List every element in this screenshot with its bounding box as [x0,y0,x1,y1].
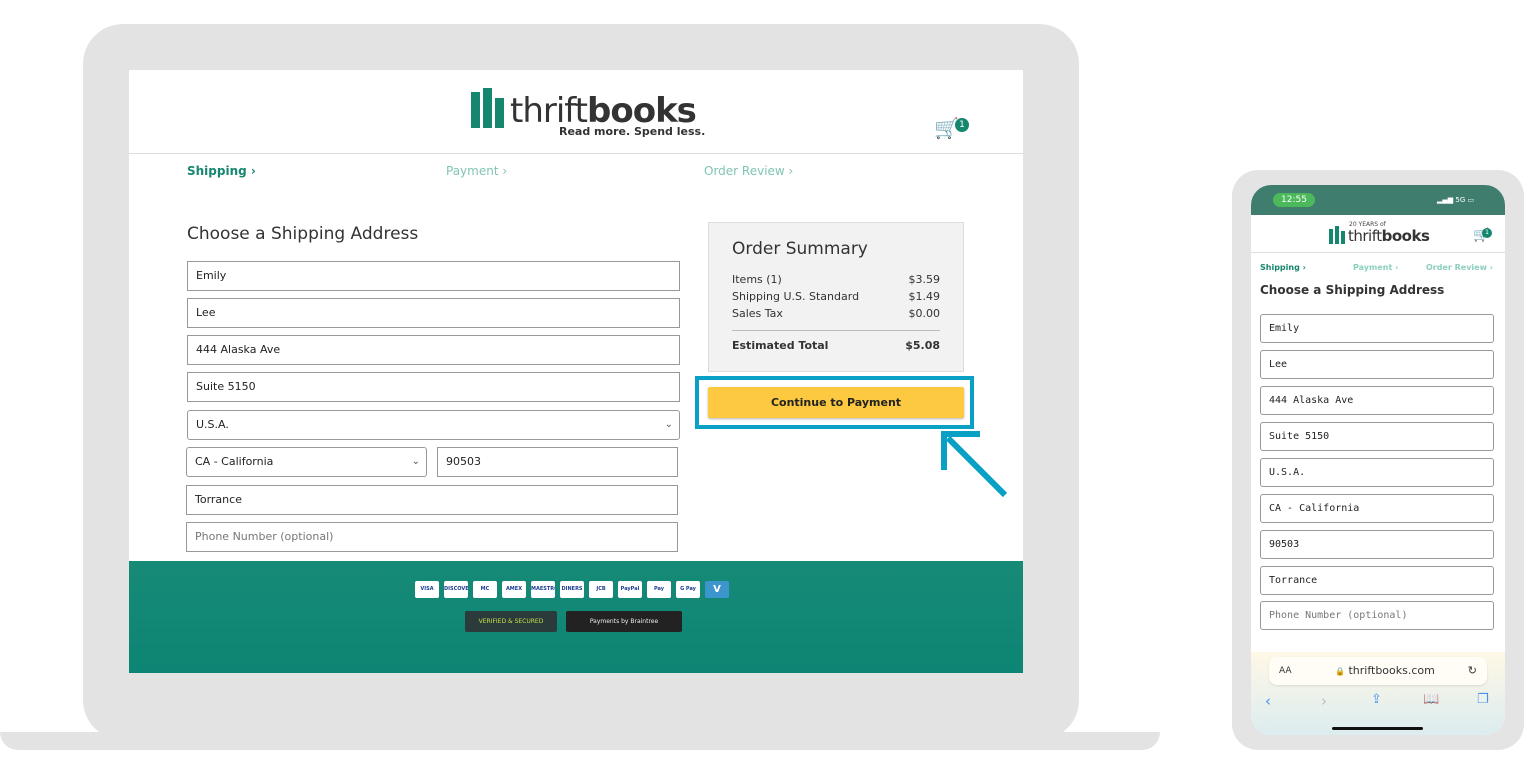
braintree-seal[interactable]: Payments by Braintree [566,611,682,632]
row-value: $3.59 [908,273,941,286]
desktop-screen: thriftbooks Read more. Spend less. 🛒 1 S… [129,70,1023,673]
phone-input[interactable]: Phone Number (optional) [186,522,678,552]
signal-icon: ▂▄▆ 5G ▭ [1437,196,1475,204]
mobile-field[interactable]: Emily [1260,314,1494,343]
header-divider [1251,252,1505,253]
step-order-review[interactable]: Order Review › [1426,263,1493,272]
share-icon[interactable]: ⇪ [1371,692,1382,707]
mobile-field[interactable]: Torrance [1260,566,1494,595]
address2-input[interactable]: Suite 5150 [187,372,680,402]
url-value: thriftbooks.com [1348,664,1435,677]
address1-input[interactable]: 444 Alaska Ave [187,335,680,365]
state-value: CA - California [195,455,274,468]
country-value: U.S.A. [196,418,229,431]
laptop-base [0,732,1160,750]
payment-card-icon: JCB [589,581,613,598]
payment-card-icon: PayPal [618,581,642,598]
payment-card-icon: MC [473,581,497,598]
payment-card-icon: MAESTRO [531,581,555,598]
footer: VISA DISCOVER MC AMEX MAESTRO DINERS JCB PayPal… [129,561,1023,673]
chevron-down-icon: ⌄ [664,419,673,430]
reload-icon[interactable]: ↻ [1468,657,1477,685]
total-value: $5.08 [905,339,940,352]
order-summary: Order Summary Items (1) $3.59 Shipping U.… [708,222,964,372]
step-shipping[interactable]: Shipping › [187,164,256,178]
row-value: $0.00 [908,307,941,320]
pointer-arrow-icon [941,431,1008,498]
safari-toolbar: AA 🔒 thriftbooks.com ↻ ‹ › ⇪ 📖 ❐ [1251,652,1505,735]
lock-icon: 🔒 [1335,667,1345,676]
payment-card-icon: Pay [647,581,671,598]
mobile-field[interactable]: CA - California [1260,494,1494,523]
country-select[interactable]: U.S.A. ⌄ [187,410,680,440]
payment-card-icon: DINERS [560,581,584,598]
step-payment[interactable]: Payment › [1353,263,1398,272]
payment-card-icon: AMEX [502,581,526,598]
row-value: $1.49 [908,290,941,303]
first-name-input[interactable]: Emily [187,261,680,291]
step-payment[interactable]: Payment › [446,164,507,178]
cart-count-badge: 1 [955,118,969,132]
total-label: Estimated Total [732,339,829,352]
payment-card-icon: G Pay [676,581,700,598]
chevron-down-icon: ⌄ [411,456,420,467]
mobile-screen: 12:55 ▂▄▆ 5G ▭ 20 YEARS of thriftbooks 🛒… [1251,185,1505,735]
order-summary-title: Order Summary [732,239,868,259]
text-size-button[interactable]: AA [1279,657,1292,685]
step-shipping[interactable]: Shipping › [1260,263,1306,272]
home-indicator [1332,727,1423,730]
mobile-field[interactable]: U.S.A. [1260,458,1494,487]
network-label: 5G [1455,196,1466,204]
address-bar[interactable]: AA 🔒 thriftbooks.com ↻ [1269,657,1487,685]
bookmarks-icon[interactable]: 📖 [1423,692,1439,707]
status-bar: 12:55 ▂▄▆ 5G ▭ [1251,185,1505,215]
logo-tagline: Read more. Spend less. [559,125,706,138]
summary-row: Sales Tax $0.00 [732,305,940,322]
mobile-field[interactable]: Lee [1260,350,1494,379]
step-order-review[interactable]: Order Review › [704,164,793,178]
summary-row: Shipping U.S. Standard $1.49 [732,288,940,305]
payment-card-icon: V [705,581,729,598]
logo-word-bold: books [1381,227,1430,245]
url-text: 🔒 thriftbooks.com [1335,657,1435,686]
row-label: Items (1) [732,273,782,286]
payment-card-icon: VISA [415,581,439,598]
books-icon [1329,226,1345,244]
thriftbooks-logo[interactable]: thriftbooks [471,88,697,128]
header-divider [129,153,1023,154]
mobile-field[interactable]: Suite 5150 [1260,422,1494,451]
payment-card-icon: DISCOVER [444,581,468,598]
tabs-icon[interactable]: ❐ [1477,692,1489,707]
cart-count-badge: 1 [1482,228,1492,238]
last-name-input[interactable]: Lee [187,298,680,328]
row-label: Shipping U.S. Standard [732,290,860,303]
mobile-logo[interactable]: thriftbooks [1329,226,1430,245]
phone-input[interactable]: Phone Number (optional) [1260,601,1494,630]
payment-cards: VISA DISCOVER MC AMEX MAESTRO DINERS JCB PayPal… [415,581,729,598]
page-title: Choose a Shipping Address [187,224,419,244]
row-label: Sales Tax [732,307,783,320]
back-icon[interactable]: ‹ [1265,692,1271,710]
mobile-field[interactable]: 444 Alaska Ave [1260,386,1494,415]
summary-row: Items (1) $3.59 [732,271,940,288]
books-icon [471,88,504,128]
state-select[interactable]: CA - California ⌄ [186,447,427,477]
city-input[interactable]: Torrance [186,485,678,515]
forward-icon[interactable]: › [1321,692,1327,710]
logo-word: thrift [1348,227,1382,245]
zip-input[interactable]: 90503 [437,447,678,477]
mobile-field[interactable]: 90503 [1260,530,1494,559]
summary-total: Estimated Total $5.08 [732,330,940,354]
page-title: Choose a Shipping Address [1260,283,1445,297]
godaddy-seal[interactable]: VERIFIED & SECURED [465,611,557,632]
status-time: 12:55 [1273,193,1315,207]
